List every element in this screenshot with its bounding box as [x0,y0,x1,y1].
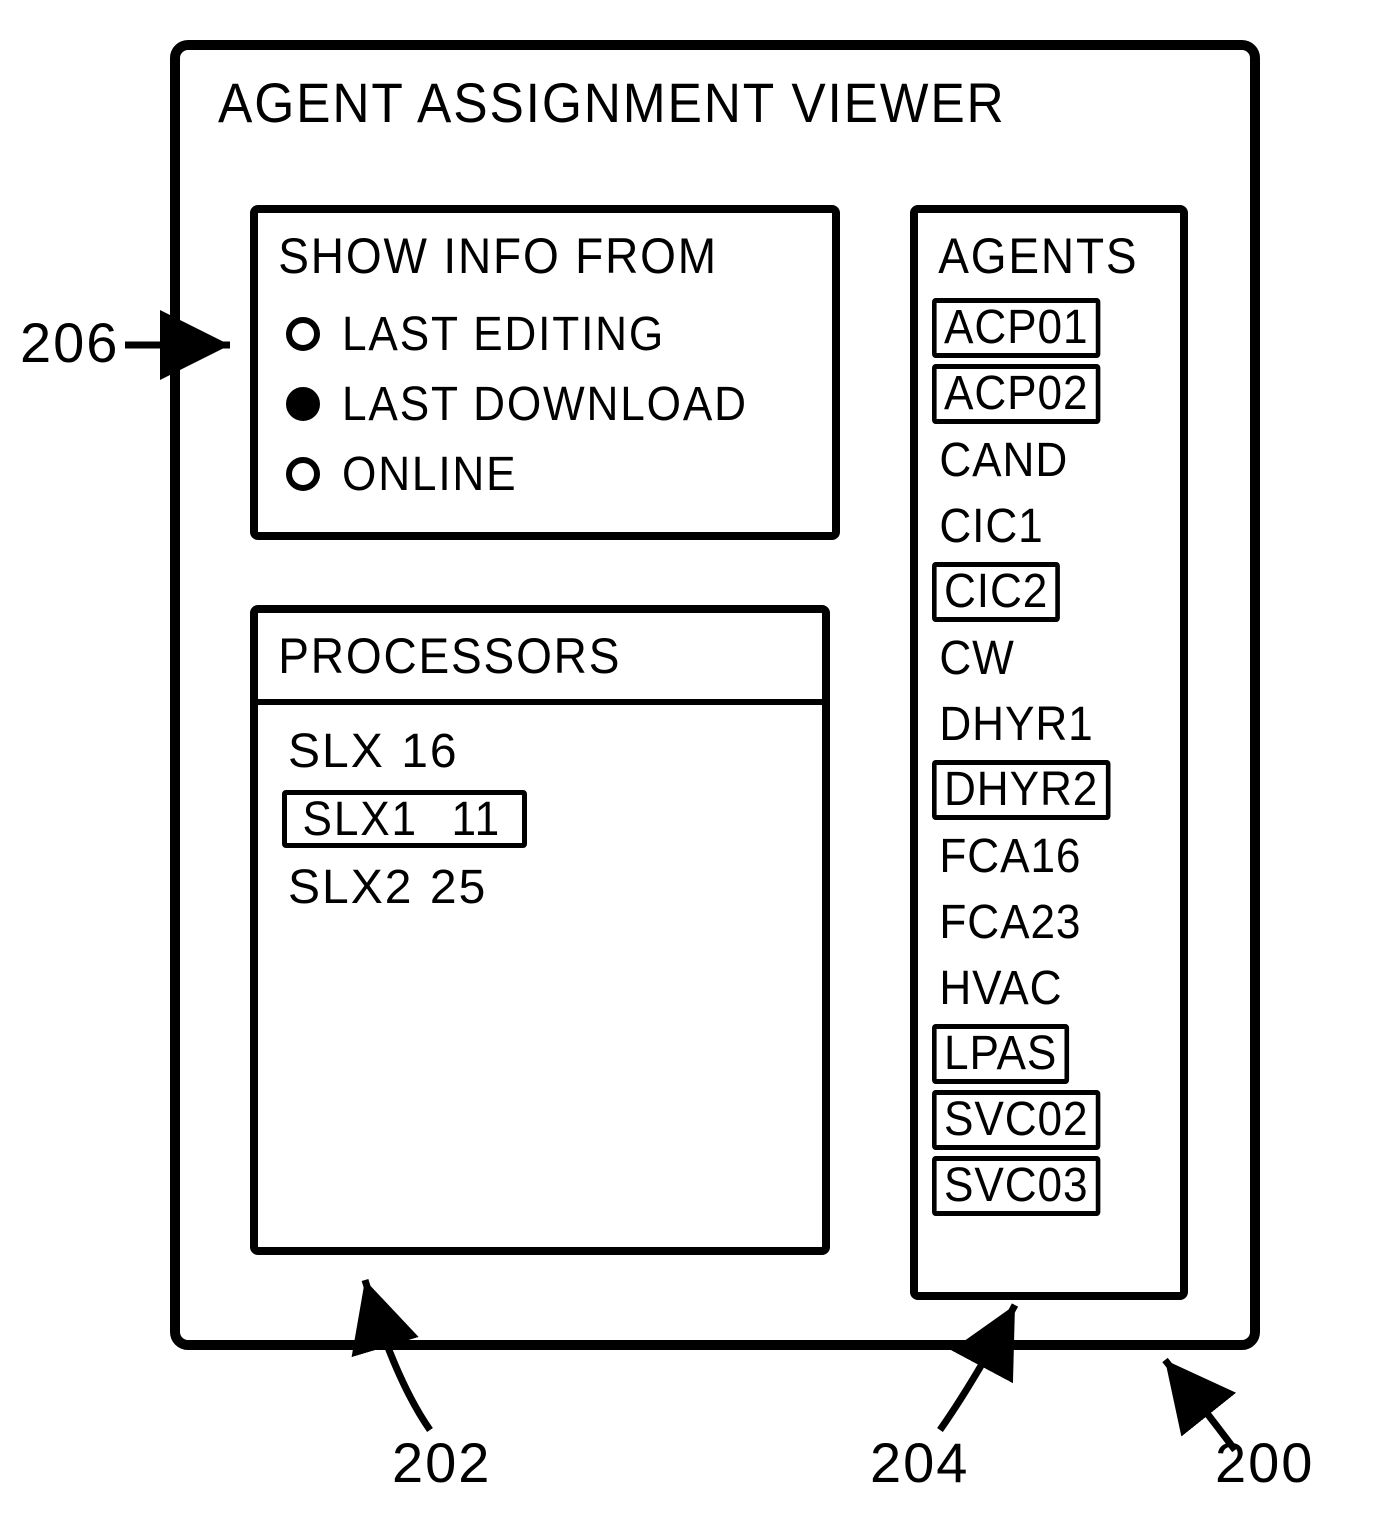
agent-label: ACP02 [932,364,1100,424]
agent-item[interactable]: CIC1 [932,493,1180,559]
processor-value: 11 [446,792,507,847]
agent-item[interactable]: LPAS [932,1021,1180,1087]
agent-label: HVAC [932,961,1070,1016]
agent-item[interactable]: CAND [932,427,1180,493]
agent-label: DHYR2 [932,760,1110,820]
processors-title: PROCESSORS [258,613,777,695]
processor-name: SLX2 [282,861,419,914]
radio-online[interactable]: ONLINE [286,439,832,509]
agent-label: CIC1 [932,499,1051,554]
agent-item[interactable]: SVC03 [932,1153,1180,1219]
agent-item[interactable]: ACP02 [932,361,1180,427]
window-title: AGENT ASSIGNMENT VIEWER [218,70,1006,135]
agent-label: SVC03 [932,1156,1100,1216]
processors-list: SLX 16 SLX1 11 SLX2 2 [258,705,822,921]
agent-item[interactable]: DHYR1 [932,691,1180,757]
agent-label: SVC02 [932,1090,1100,1150]
agent-label: CW [932,631,1022,686]
radio-label: LAST EDITING [342,307,665,362]
agent-item[interactable]: ACP01 [932,295,1180,361]
agent-item[interactable]: FCA23 [932,889,1180,955]
processor-row[interactable]: SLX 16 [282,717,822,785]
agent-label: FCA16 [932,829,1089,884]
processor-name: SLX [282,725,391,778]
agent-label: CAND [932,433,1076,488]
agent-label: FCA23 [932,895,1089,950]
processors-panel: PROCESSORS SLX 16 SLX1 11 [250,605,830,1255]
agent-item[interactable]: CW [932,625,1180,691]
agent-item[interactable]: CIC2 [932,559,1180,625]
reference-numeral-206: 206 [20,310,119,375]
agent-label: ACP01 [932,298,1100,358]
agent-item[interactable]: DHYR2 [932,757,1180,823]
agents-list: ACP01 ACP02 CAND CIC1 CIC2 CW DHYR1 DHYR… [918,295,1180,1219]
agent-label: CIC2 [932,562,1060,622]
info-source-radio-group: LAST EDITING LAST DOWNLOAD ONLINE [258,295,832,509]
radio-label: ONLINE [342,447,517,502]
radio-last-editing[interactable]: LAST EDITING [286,299,832,369]
show-info-from-panel: SHOW INFO FROM LAST EDITING LAST DOWNLOA… [250,205,840,540]
callout-arrow-icon [1150,1350,1290,1470]
processor-value: 25 [424,861,493,914]
processor-row[interactable]: SLX1 11 [282,785,822,853]
processor-row[interactable]: SLX2 25 [282,853,822,921]
agent-item[interactable]: FCA16 [932,823,1180,889]
show-info-from-title: SHOW INFO FROM [258,213,786,295]
agent-label: LPAS [932,1024,1069,1084]
callout-arrow-icon [340,1260,480,1440]
radio-label: LAST DOWNLOAD [342,377,748,432]
callout-arrow-icon [120,320,250,380]
radio-icon [286,387,320,421]
agent-label: DHYR1 [932,697,1101,752]
agents-panel: AGENTS ACP01 ACP02 CAND CIC1 CIC2 CW DHY… [910,205,1188,1300]
processor-value: 16 [395,725,464,778]
callout-arrow-icon [930,1290,1050,1440]
agent-item[interactable]: HVAC [932,955,1180,1021]
agent-item[interactable]: SVC02 [932,1087,1180,1153]
radio-icon [286,317,320,351]
radio-last-download[interactable]: LAST DOWNLOAD [286,369,832,439]
radio-icon [286,457,320,491]
diagram-stage: AGENT ASSIGNMENT VIEWER SHOW INFO FROM L… [0,0,1376,1523]
agent-assignment-viewer-window: AGENT ASSIGNMENT VIEWER SHOW INFO FROM L… [170,40,1260,1350]
agents-title: AGENTS [918,213,1159,295]
processor-name: SLX1 [297,792,423,847]
